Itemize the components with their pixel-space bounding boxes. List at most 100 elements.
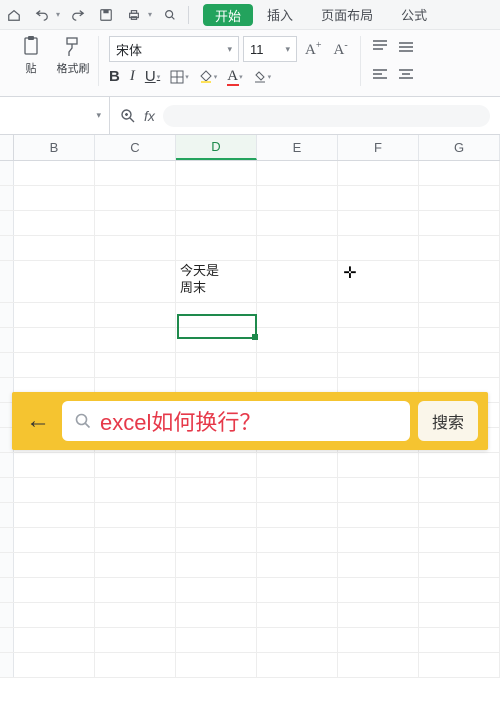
cell[interactable] <box>14 528 95 552</box>
cell[interactable] <box>338 453 419 477</box>
row-header[interactable] <box>0 478 14 502</box>
cell[interactable] <box>176 503 257 527</box>
tab-start[interactable]: 开始 <box>203 4 253 26</box>
align-top-button[interactable] <box>371 36 389 58</box>
cell[interactable] <box>257 261 338 302</box>
cell[interactable] <box>419 653 500 677</box>
bold-button[interactable]: B <box>109 68 120 85</box>
redo-icon[interactable] <box>68 5 88 25</box>
row-header[interactable] <box>0 603 14 627</box>
cell[interactable] <box>176 528 257 552</box>
paste-button[interactable]: 贴 <box>14 36 48 76</box>
cell[interactable] <box>14 186 95 210</box>
cell[interactable] <box>176 603 257 627</box>
cell[interactable] <box>95 261 176 302</box>
row-header[interactable] <box>0 236 14 260</box>
format-painter-button[interactable]: 格式刷 <box>56 36 90 76</box>
cell[interactable] <box>419 453 500 477</box>
name-box[interactable]: ▾ <box>0 97 110 134</box>
cell[interactable] <box>338 211 419 235</box>
cell[interactable] <box>257 653 338 677</box>
cell[interactable] <box>257 303 338 327</box>
cell[interactable] <box>95 353 176 377</box>
cell[interactable] <box>419 328 500 352</box>
cell[interactable] <box>14 478 95 502</box>
search-button[interactable]: 搜索 <box>418 401 478 441</box>
cell[interactable] <box>419 603 500 627</box>
cell[interactable] <box>419 236 500 260</box>
cell[interactable] <box>338 503 419 527</box>
cell[interactable] <box>257 553 338 577</box>
row-header[interactable] <box>0 578 14 602</box>
fill-color-button[interactable]: ▾ <box>199 70 218 84</box>
cell[interactable] <box>14 328 95 352</box>
cell[interactable] <box>14 236 95 260</box>
cell[interactable] <box>95 578 176 602</box>
cell[interactable]: 今天是 周末 <box>176 261 257 302</box>
back-icon[interactable]: ← <box>22 407 54 435</box>
cell[interactable] <box>419 478 500 502</box>
cell[interactable] <box>176 653 257 677</box>
cell[interactable] <box>176 628 257 652</box>
cell[interactable] <box>176 303 257 327</box>
cell[interactable] <box>338 528 419 552</box>
align-center-button[interactable] <box>397 64 415 86</box>
row-header[interactable] <box>0 353 14 377</box>
fx-label[interactable]: fx <box>144 108 155 124</box>
search-box[interactable]: excel如何换行？ <box>62 401 410 441</box>
cell[interactable] <box>419 261 500 302</box>
increase-font-button[interactable]: A+ <box>301 40 325 59</box>
col-header[interactable]: F <box>338 135 419 160</box>
undo-icon[interactable] <box>32 5 52 25</box>
cell[interactable] <box>95 553 176 577</box>
cell[interactable] <box>257 186 338 210</box>
cell[interactable] <box>257 478 338 502</box>
cell[interactable] <box>257 211 338 235</box>
cell[interactable] <box>176 186 257 210</box>
cell[interactable] <box>257 503 338 527</box>
cell[interactable] <box>176 328 257 352</box>
cell[interactable] <box>14 353 95 377</box>
row-header[interactable] <box>0 186 14 210</box>
cell[interactable] <box>176 553 257 577</box>
row-header[interactable] <box>0 328 14 352</box>
cell[interactable] <box>95 161 176 185</box>
cell[interactable] <box>14 653 95 677</box>
cell[interactable] <box>419 503 500 527</box>
cell[interactable] <box>95 628 176 652</box>
tab-formula[interactable]: 公式 <box>387 0 441 29</box>
cell[interactable] <box>95 186 176 210</box>
cell[interactable] <box>257 603 338 627</box>
col-header[interactable]: G <box>419 135 500 160</box>
select-all-corner[interactable] <box>0 135 14 160</box>
cell[interactable] <box>419 528 500 552</box>
italic-button[interactable]: I <box>130 68 135 85</box>
cell[interactable] <box>338 328 419 352</box>
cell[interactable] <box>419 186 500 210</box>
cell[interactable] <box>419 578 500 602</box>
formula-input[interactable] <box>163 105 490 127</box>
cell[interactable] <box>257 328 338 352</box>
col-header[interactable]: B <box>14 135 95 160</box>
cell[interactable] <box>95 528 176 552</box>
cell[interactable] <box>338 628 419 652</box>
cell[interactable] <box>338 261 419 302</box>
cell[interactable] <box>95 503 176 527</box>
cell[interactable] <box>14 503 95 527</box>
cell[interactable] <box>338 353 419 377</box>
cell[interactable] <box>95 211 176 235</box>
row-header[interactable] <box>0 261 14 302</box>
cell[interactable] <box>338 478 419 502</box>
cell[interactable] <box>14 553 95 577</box>
align-middle-button[interactable] <box>397 36 415 58</box>
cell[interactable] <box>14 578 95 602</box>
cell[interactable] <box>419 553 500 577</box>
decrease-font-button[interactable]: A- <box>329 40 351 59</box>
font-size-select[interactable]: 11▾ <box>243 36 297 62</box>
cell[interactable] <box>257 528 338 552</box>
cell[interactable] <box>419 303 500 327</box>
preview-icon[interactable] <box>160 5 180 25</box>
cell[interactable] <box>338 578 419 602</box>
font-color-button[interactable]: A ▾ <box>227 68 242 85</box>
align-left-button[interactable] <box>371 64 389 86</box>
